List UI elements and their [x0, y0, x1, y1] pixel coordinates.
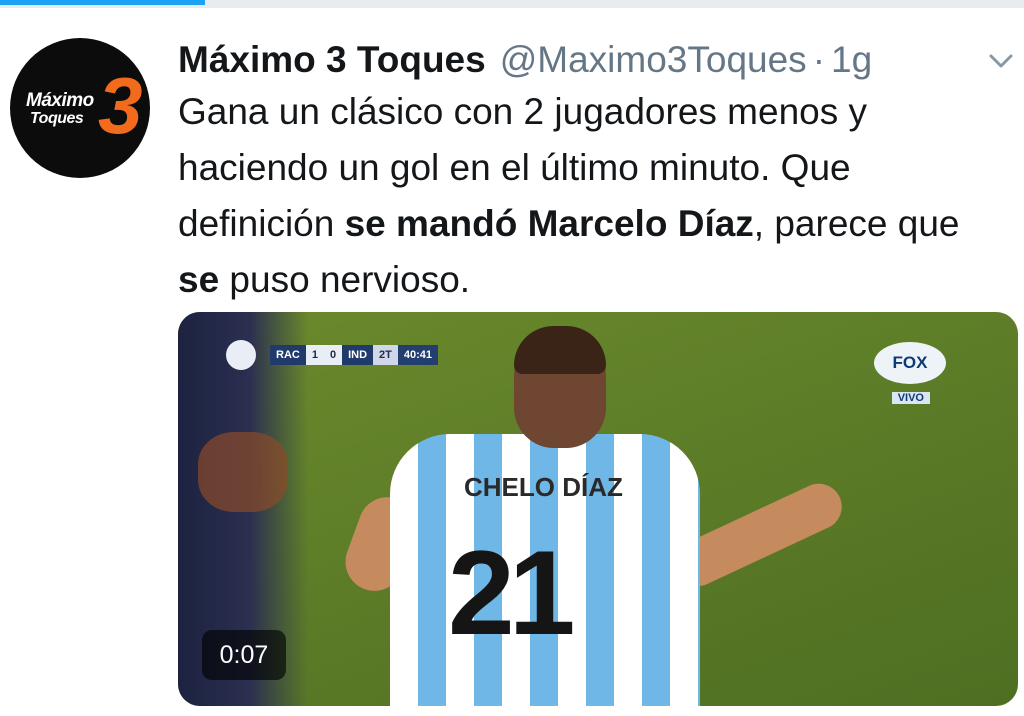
video-frame-player-left-detail [198, 432, 288, 512]
jersey-name: CHELO DÍAZ [464, 472, 623, 502]
avatar-logo-numeral: 3 [98, 61, 143, 150]
loading-progress-bar [0, 0, 1024, 8]
scorebug-away-score: 0 [323, 345, 343, 365]
separator-dot: · [812, 39, 826, 80]
display-name[interactable]: Máximo 3 Toques [178, 39, 486, 81]
scorebug-home-team: RAC [270, 345, 306, 365]
broadcaster-logo: FOX [874, 342, 946, 384]
league-logo-icon [226, 340, 256, 370]
scorebug: RAC 1 0 IND 2T 40:41 [270, 344, 439, 366]
video-player[interactable]: RAC 1 0 IND 2T 40:41 FOX VIVO CHELO DÍAZ… [178, 312, 1018, 706]
scorebug-home-score: 1 [305, 345, 324, 365]
video-duration-badge: 0:07 [202, 630, 286, 680]
tweet-text-bold: se mandó Marcelo Díaz [344, 203, 754, 244]
jersey-number: 21 [448, 526, 576, 660]
scorebug-clock: 40:41 [397, 345, 439, 365]
chevron-down-icon[interactable] [984, 47, 1018, 75]
tweet-text-part: , parece que [753, 203, 960, 244]
scorebug-half: 2T [373, 345, 398, 365]
video-frame-hair [514, 326, 606, 374]
user-handle[interactable]: @Maximo3Toques [500, 39, 807, 81]
loading-progress-fill [0, 0, 205, 5]
scorebug-away-team: IND [342, 345, 374, 365]
tweet-text: Gana un clásico con 2 jugadores menos y … [178, 84, 998, 308]
avatar-logo-word-2: Toques [30, 110, 84, 127]
tweet-text-part: puso nervioso. [219, 259, 471, 300]
tweet-header: Máximo 3 Toques @Maximo3Toques · 1g [178, 38, 872, 82]
avatar[interactable]: 3 Máximo Toques [10, 38, 150, 178]
avatar-logo-word-1: Máximo [26, 90, 94, 111]
live-label: VIVO [891, 392, 930, 404]
timestamp[interactable]: 1g [831, 39, 872, 81]
tweet-text-bold: se [178, 259, 220, 300]
